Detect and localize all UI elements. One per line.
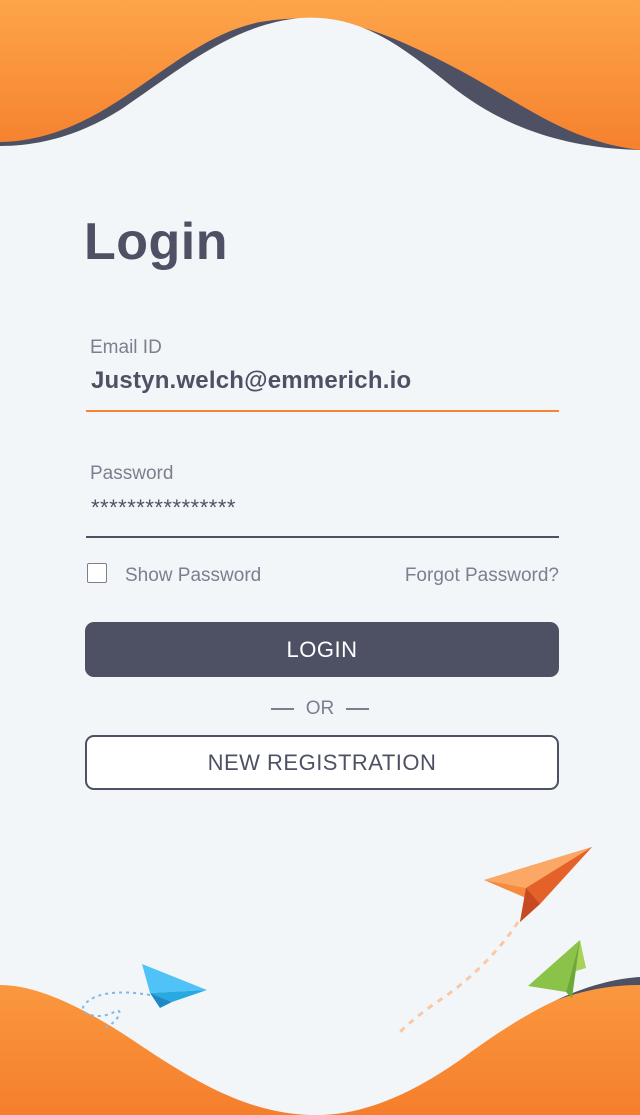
email-label: Email ID — [90, 337, 162, 358]
password-label: Password — [90, 463, 174, 484]
or-line-right — [346, 708, 370, 710]
email-field[interactable]: Email ID Justyn.welch@emmerich.io — [86, 337, 559, 415]
or-divider: OR — [0, 697, 640, 721]
email-underline — [86, 410, 559, 412]
login-button[interactable]: LOGIN — [85, 622, 559, 677]
forgot-password-link[interactable]: Forgot Password? — [405, 565, 559, 587]
top-wave-decoration — [0, 0, 640, 160]
show-password-label[interactable]: Show Password — [125, 565, 261, 587]
password-field[interactable]: Password **************** — [86, 463, 559, 541]
or-text: OR — [305, 698, 335, 719]
login-screen: Login Email ID Justyn.welch@emmerich.io … — [0, 0, 640, 1115]
show-password-checkbox[interactable] — [87, 563, 107, 583]
paper-plane-blue-icon — [142, 964, 207, 1008]
email-input[interactable]: Justyn.welch@emmerich.io — [91, 367, 411, 395]
password-input[interactable]: **************** — [91, 495, 236, 521]
or-line-left — [270, 708, 294, 710]
paper-plane-orange-icon — [484, 847, 592, 922]
paper-plane-green-icon — [528, 940, 586, 998]
password-underline — [86, 536, 559, 538]
paper-planes-illustration — [81, 847, 592, 1034]
new-registration-button[interactable]: NEW REGISTRATION — [85, 735, 559, 790]
page-title: Login — [84, 213, 229, 271]
password-options-row: Show Password Forgot Password? — [87, 561, 559, 589]
